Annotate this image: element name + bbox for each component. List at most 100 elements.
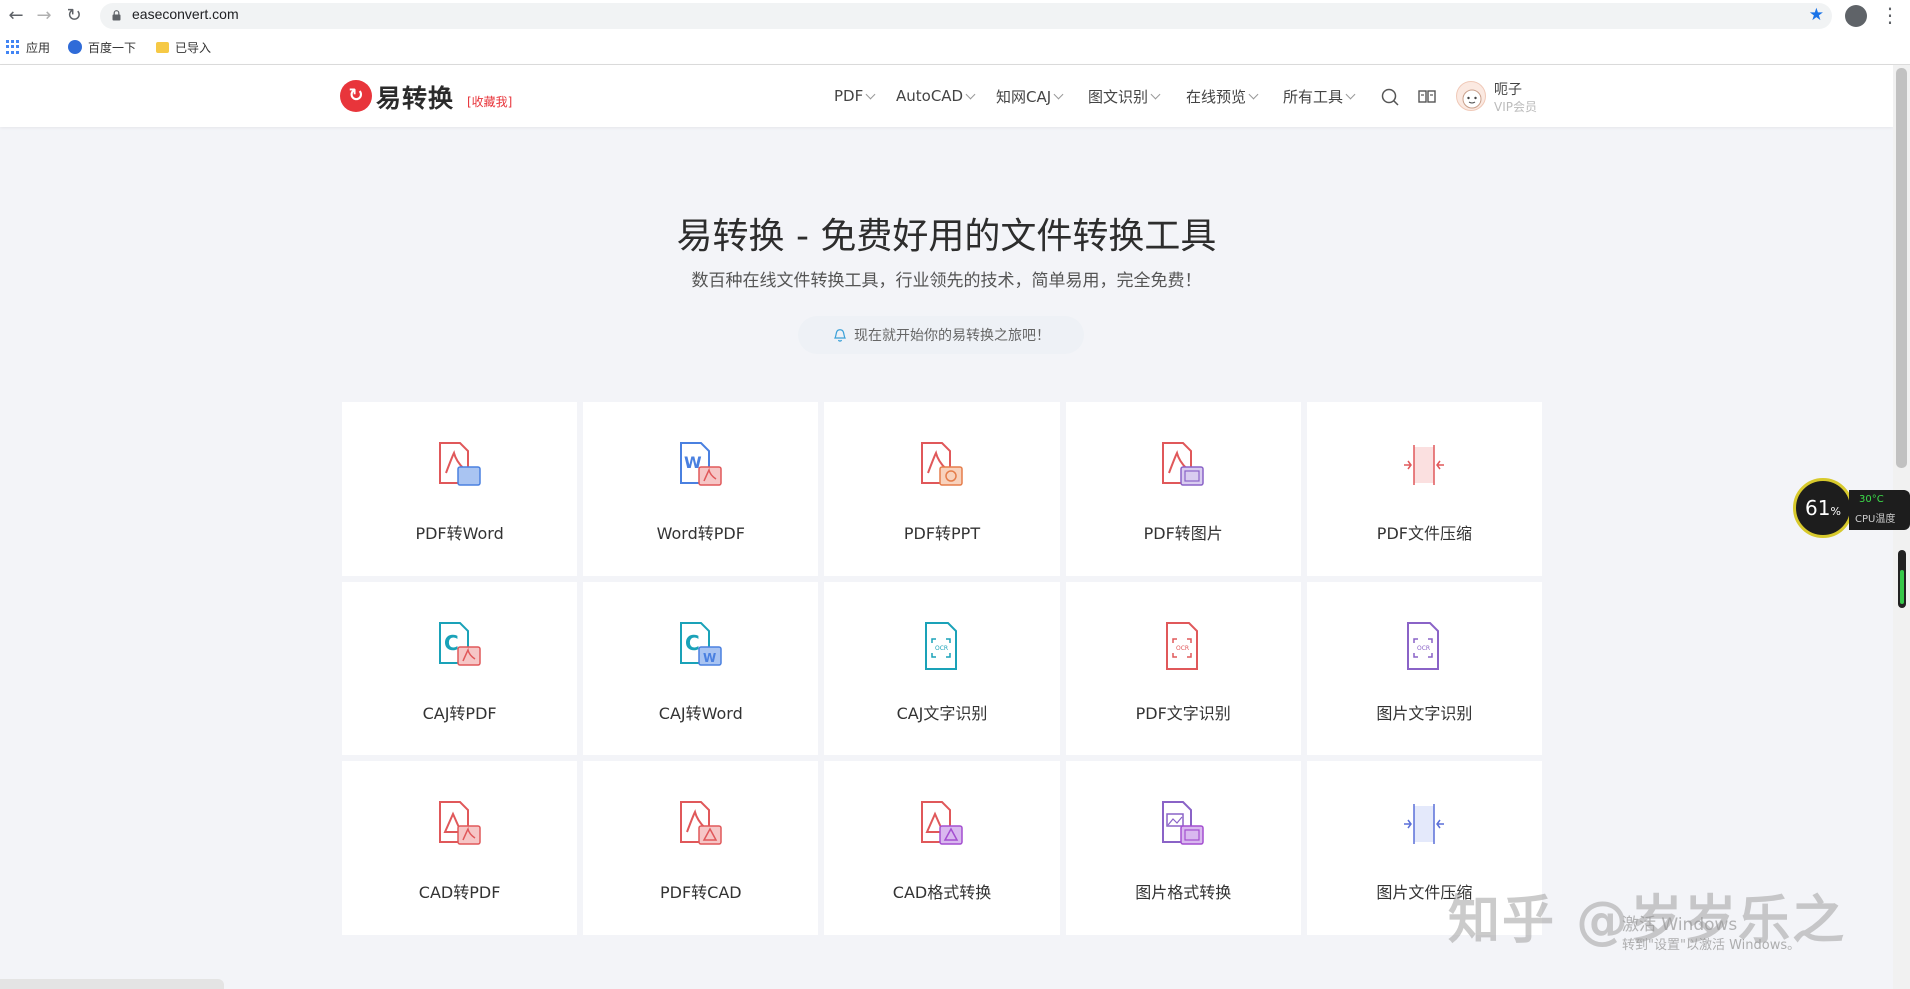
cad-format-icon bbox=[920, 801, 963, 846]
page-scrollbar-thumb[interactable] bbox=[1896, 68, 1907, 468]
bookmark-imported[interactable]: 已导入 bbox=[156, 38, 211, 56]
baidu-paw-icon bbox=[68, 40, 82, 54]
tool-card-word-to-pdf[interactable]: W Word转PDF bbox=[583, 402, 819, 576]
bookmark-label: 已导入 bbox=[175, 40, 212, 55]
search-icon[interactable] bbox=[1381, 88, 1399, 106]
cpu-percent-unit: % bbox=[1830, 505, 1841, 518]
tool-card-pdf-to-image[interactable]: PDF转图片 bbox=[1065, 402, 1301, 576]
svg-text:OCR: OCR bbox=[935, 645, 948, 652]
chevron-down-icon bbox=[1345, 89, 1356, 99]
side-indicator-fill bbox=[1900, 570, 1904, 604]
cpu-temp: 30°C bbox=[1859, 494, 1884, 505]
cpu-usage-ring: 61% bbox=[1793, 478, 1853, 538]
nav-pdf[interactable]: PDF bbox=[834, 86, 876, 106]
tool-card-pdf-to-ppt[interactable]: PDF转PPT bbox=[824, 402, 1060, 576]
tool-label: CAJ转PDF bbox=[422, 703, 497, 723]
url-text: easeconvert.com bbox=[132, 6, 239, 22]
nav-label: 知网CAJ bbox=[996, 87, 1052, 106]
logo-text[interactable]: 易转换 bbox=[376, 79, 454, 115]
page-subtitle: 数百种在线文件转换工具，行业领先的技术，简单易用，完全免费！ bbox=[691, 271, 1202, 291]
tool-card-pdf-to-word[interactable]: PDF转Word bbox=[342, 402, 578, 576]
avatar[interactable] bbox=[1456, 81, 1486, 111]
cad-to-pdf-icon bbox=[438, 801, 481, 846]
folder-icon bbox=[156, 41, 169, 53]
nav-autocad[interactable]: AutoCAD bbox=[896, 86, 976, 106]
tool-card-image-format[interactable]: 图片格式转换 bbox=[1065, 761, 1301, 935]
bookmark-baidu[interactable]: 百度一下 bbox=[68, 38, 136, 56]
start-banner[interactable]: 现在就开始你的易转换之旅吧！ bbox=[798, 316, 1084, 354]
site-header: ↻ 易转换 [收藏我] PDF AutoCAD 知网CAJ 图文识别 在线预览 … bbox=[0, 65, 1893, 127]
image-compress-icon bbox=[1404, 804, 1445, 845]
tool-card-pdf-ocr[interactable]: OCR PDF文字识别 bbox=[1065, 581, 1301, 756]
chevron-down-icon bbox=[1248, 89, 1259, 99]
svg-text:OCR: OCR bbox=[1176, 645, 1189, 652]
apps-grid-icon bbox=[6, 40, 20, 54]
nav-ocr[interactable]: 图文识别 bbox=[1088, 86, 1161, 106]
tool-label: CAD格式转换 bbox=[892, 883, 992, 903]
back-icon[interactable]: ← bbox=[4, 4, 28, 28]
address-row: ← → ↻ easeconvert.com ★ ⋮ bbox=[0, 0, 1910, 32]
nav-all-tools[interactable]: 所有工具 bbox=[1283, 86, 1356, 106]
tool-card-caj-ocr[interactable]: OCR CAJ文字识别 bbox=[824, 581, 1060, 756]
tool-card-caj-to-word[interactable]: C W CAJ转Word bbox=[583, 581, 819, 756]
bookmark-label: 百度一下 bbox=[88, 40, 137, 55]
kebab-menu-icon[interactable]: ⋮ bbox=[1880, 4, 1900, 28]
logo-icon[interactable]: ↻ bbox=[340, 80, 372, 112]
cpu-temp-label: CPU温度 bbox=[1855, 514, 1896, 525]
pdf-to-cad-icon bbox=[679, 801, 722, 846]
tool-card-cad-to-pdf[interactable]: CAD转PDF bbox=[342, 761, 578, 935]
svg-text:OCR: OCR bbox=[1417, 645, 1430, 652]
forward-icon[interactable]: → bbox=[32, 4, 56, 28]
tool-label: PDF转Word bbox=[415, 524, 504, 543]
image-format-icon bbox=[1162, 801, 1204, 846]
bookmark-star-icon[interactable]: ★ bbox=[1809, 5, 1824, 25]
svg-text:C: C bbox=[444, 631, 459, 655]
book-icon[interactable] bbox=[1418, 88, 1436, 106]
tool-label: PDF转图片 bbox=[1143, 524, 1223, 543]
tool-card-pdf-compress[interactable]: PDF文件压缩 bbox=[1306, 402, 1542, 576]
caj-ocr-icon: OCR bbox=[924, 621, 957, 670]
nav-caj[interactable]: 知网CAJ bbox=[996, 86, 1064, 106]
vip-badge: VIP会员 bbox=[1494, 100, 1537, 114]
svg-text:C: C bbox=[685, 631, 700, 655]
nav-label: 图文识别 bbox=[1088, 87, 1149, 106]
tool-label: PDF文字识别 bbox=[1135, 703, 1231, 723]
nav-preview[interactable]: 在线预览 bbox=[1186, 86, 1259, 106]
user-name[interactable]: 呃子 bbox=[1494, 79, 1522, 99]
chevron-down-icon bbox=[865, 89, 876, 99]
chevron-down-icon bbox=[965, 89, 976, 99]
cpu-temp-panel: 30°C CPU温度 bbox=[1849, 490, 1910, 530]
browser-chrome: ← → ↻ easeconvert.com ★ ⋮ 应用 百度一下 已导入 bbox=[0, 0, 1910, 65]
pdf-ocr-icon: OCR bbox=[1166, 621, 1199, 670]
tool-label: Word转PDF bbox=[656, 524, 745, 543]
lock-icon bbox=[112, 10, 121, 21]
cpu-percent: 61 bbox=[1805, 496, 1831, 520]
caj-to-pdf-icon: C bbox=[438, 621, 481, 666]
address-bar[interactable]: easeconvert.com ★ bbox=[100, 3, 1832, 29]
tool-card-pdf-to-cad[interactable]: PDF转CAD bbox=[583, 761, 819, 935]
avatar-face-icon bbox=[1462, 89, 1482, 109]
tool-card-caj-to-pdf[interactable]: C CAJ转PDF bbox=[342, 581, 578, 756]
bookmarks-bar: 应用 百度一下 已导入 bbox=[0, 34, 1910, 60]
status-bubble bbox=[0, 979, 224, 989]
image-ocr-icon: OCR bbox=[1407, 621, 1440, 670]
nav-label: 所有工具 bbox=[1283, 87, 1344, 106]
chevron-down-icon bbox=[1150, 89, 1161, 99]
pdf-to-image-icon bbox=[1162, 442, 1204, 486]
profile-icon[interactable] bbox=[1845, 5, 1867, 27]
tool-card-image-ocr[interactable]: OCR 图片文字识别 bbox=[1306, 581, 1542, 756]
tools-grid: PDF转Word W Word转PDF PDF转PPT PDF转图片 PDF文件… bbox=[342, 402, 1542, 935]
side-indicator[interactable] bbox=[1898, 550, 1906, 608]
page-title: 易转换 - 免费好用的文件转换工具 bbox=[676, 216, 1217, 257]
tool-label: PDF文件压缩 bbox=[1376, 524, 1472, 543]
cpu-monitor-widget[interactable]: 61% 30°C CPU温度 bbox=[1793, 478, 1910, 538]
nav-label: 在线预览 bbox=[1186, 87, 1247, 106]
bookmark-us-link[interactable]: [收藏我] bbox=[467, 93, 512, 110]
tool-label: CAJ转Word bbox=[658, 703, 743, 723]
activate-windows-hint: 转到"设置"以激活 Windows。 bbox=[1622, 938, 1801, 953]
bookmark-apps[interactable]: 应用 bbox=[6, 38, 50, 56]
tool-card-cad-format[interactable]: CAD格式转换 bbox=[824, 761, 1060, 935]
reload-icon[interactable]: ↻ bbox=[62, 4, 86, 28]
bell-icon bbox=[834, 329, 846, 342]
activate-windows-title: 激活 Windows bbox=[1622, 915, 1738, 935]
